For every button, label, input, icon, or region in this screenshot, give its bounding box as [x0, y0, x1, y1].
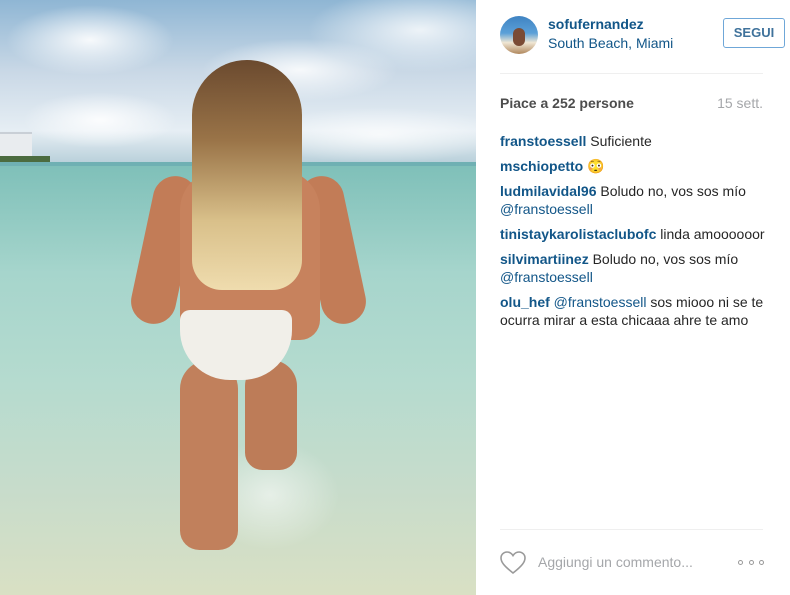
avatar-figure [513, 28, 525, 46]
avatar[interactable] [500, 16, 538, 54]
comment: franstoessell Suficiente [500, 132, 770, 150]
comment-text: Boludo no, vos sos mío [596, 183, 746, 199]
divider [500, 529, 763, 530]
comment: mschiopetto 😳 [500, 157, 770, 175]
comment: olu_hef @franstoessell sos miooo ni se t… [500, 293, 770, 329]
comment-list: franstoessell Suficiente mschiopetto 😳 l… [500, 132, 770, 336]
follow-button[interactable]: SEGUI [723, 18, 785, 48]
comment-author[interactable]: ludmilavidal96 [500, 183, 596, 199]
photo-shore [0, 156, 50, 162]
person-hair [192, 60, 302, 290]
comment-mention[interactable]: @franstoessell [500, 269, 593, 285]
dot-icon [748, 559, 754, 565]
comment-author[interactable]: silvimartiinez [500, 251, 589, 267]
heart-icon[interactable] [500, 551, 526, 575]
comment-text: linda amoooooor [656, 226, 765, 242]
dot-icon [759, 559, 764, 565]
comment: ludmilavidal96 Boludo no, vos sos mío @fr… [500, 182, 770, 218]
likes-count[interactable]: Piace a 252 persone [500, 95, 634, 111]
comment: tinistaykarolistaclubofc linda amoooooor [500, 225, 770, 243]
more-options-icon[interactable] [738, 555, 764, 569]
location-link[interactable]: South Beach, Miami [548, 35, 673, 51]
comment-mention[interactable]: @franstoessell [500, 201, 593, 217]
post-date[interactable]: 15 sett. [717, 95, 763, 111]
comment-text: 😳 [583, 158, 605, 174]
dot-icon [738, 559, 743, 565]
comment-mention[interactable]: @franstoessell [550, 294, 647, 310]
photo-person [126, 60, 371, 595]
comment-text: Suficiente [586, 133, 652, 149]
username-link[interactable]: sofufernandez [548, 16, 644, 32]
comment-input[interactable] [538, 552, 718, 572]
post-header: sofufernandez South Beach, Miami SEGUI [500, 14, 785, 54]
comment-author[interactable]: franstoessell [500, 133, 586, 149]
comment: silvimartiinez Boludo no, vos sos mío @fr… [500, 250, 770, 286]
post-side-panel: sofufernandez South Beach, Miami SEGUI P… [476, 0, 790, 595]
post-photo[interactable] [0, 0, 476, 595]
comment-author[interactable]: olu_hef [500, 294, 550, 310]
divider [500, 73, 763, 74]
comment-text: Boludo no, vos sos mío [588, 251, 739, 267]
comment-author[interactable]: tinistaykarolistaclubofc [500, 226, 656, 242]
instagram-post: sofufernandez South Beach, Miami SEGUI P… [0, 0, 790, 595]
comment-author[interactable]: mschiopetto [500, 158, 583, 174]
person-leg-left [180, 360, 238, 550]
